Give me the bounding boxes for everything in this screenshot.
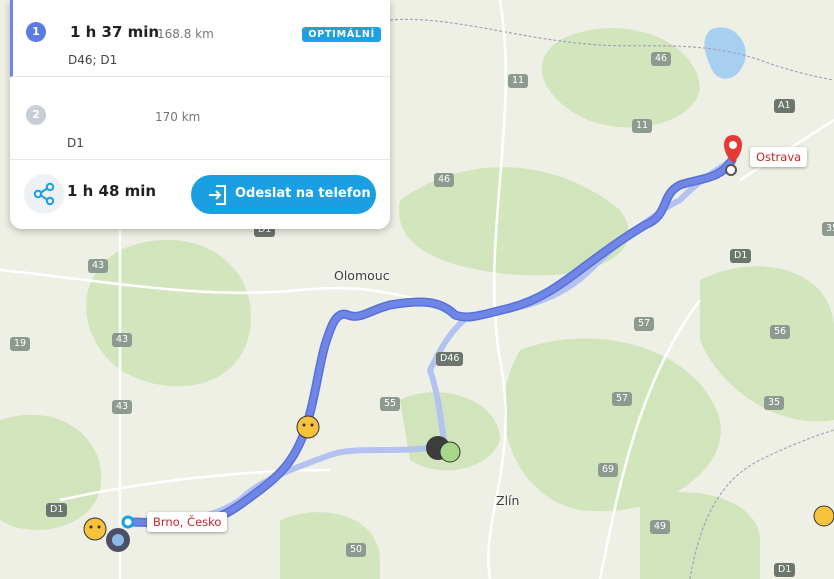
route-roads: D46; D1 [68,53,118,67]
send-to-phone-icon [209,185,226,205]
route-distance: 168.8 km [157,27,214,41]
origin-label[interactable]: Brno, Česko [147,512,228,532]
road-shield: 49 [650,520,671,534]
road-shield: 35 [764,396,785,410]
road-shield: 46 [651,52,672,66]
share-icon [33,182,55,206]
wazer-sun-icon-2 [83,517,107,541]
road-shield: 19 [10,337,31,351]
road-shield: 11 [632,119,653,133]
road-shield: 69 [598,463,619,477]
origin-marker[interactable] [121,515,135,529]
share-button[interactable] [24,174,64,214]
route-duration: 1 h 48 min [67,182,157,200]
road-shield: 11 [508,74,529,88]
optimal-badge: OPTIMÁLNÍ [302,27,381,42]
city-label-zlin: Zlín [496,493,520,508]
route-options-panel: 1 1 h 37 min 168.8 km D46; D1 OPTIMÁLNÍ … [10,0,390,229]
route-index-badge: 2 [26,105,46,125]
route-roads: D1 [67,136,84,150]
road-shield: D46 [436,352,464,366]
route-distance: 170 km [155,110,201,124]
route-option-2[interactable]: 2 1 h 48 min 170 km D1 [10,83,390,200]
road-shield: D1 [46,503,68,517]
road-shield: 43 [112,400,133,414]
wazer-sun-icon [296,415,320,439]
send-button-label: Odeslat na telefon [235,186,371,201]
road-shield: 50 [346,543,367,557]
road-shield: 57 [612,392,633,406]
road-shield: 57 [634,317,655,331]
city-label-olomouc: Olomouc [334,268,390,283]
road-shield: 35 [822,222,834,236]
route-duration: 1 h 37 min [70,23,160,41]
road-shield: 55 [380,397,401,411]
wazer-sun-icon-3 [813,505,834,527]
route-option-1[interactable]: 1 1 h 37 min 168.8 km D46; D1 OPTIMÁLNÍ [10,0,390,77]
destination-label[interactable]: Ostrava [750,147,808,167]
road-shield: A1 [774,99,795,113]
road-shield: 56 [770,325,791,339]
road-shield: 46 [434,173,455,187]
road-shield: D1 [730,249,752,263]
road-shield: 43 [112,333,133,347]
route-index-badge: 1 [26,22,46,42]
road-shield: 43 [88,259,109,273]
road-shield: D1 [774,563,796,577]
wazer-car-icon-2 [106,528,130,552]
send-to-phone-button[interactable]: Odeslat na telefon [191,175,376,214]
